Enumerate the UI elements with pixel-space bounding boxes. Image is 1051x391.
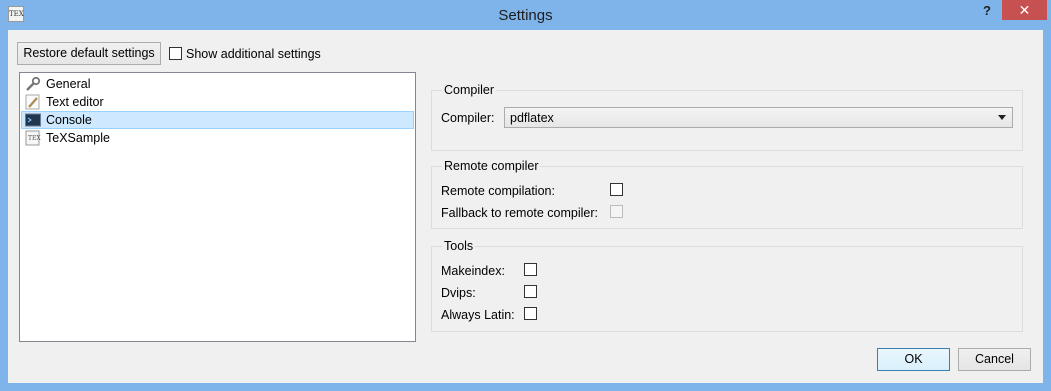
- help-button[interactable]: ?: [976, 1, 998, 21]
- always-latin-checkbox[interactable]: [524, 307, 537, 320]
- sidebar-item-text-editor[interactable]: Text editor: [21, 93, 414, 111]
- window-title: Settings: [498, 7, 553, 24]
- console-icon: [25, 113, 41, 127]
- compiler-value: pdflatex: [510, 111, 554, 125]
- fallback-checkbox[interactable]: [610, 205, 623, 218]
- cancel-button[interactable]: Cancel: [958, 348, 1031, 371]
- remote-compiler-group-title: Remote compiler: [442, 159, 541, 173]
- compiler-label: Compiler:: [441, 111, 495, 125]
- dropdown-arrow-icon: [998, 115, 1006, 120]
- remote-compilation-label: Remote compilation:: [441, 184, 555, 198]
- settings-window: TEX Settings ? ✕ Restore default setting…: [0, 0, 1051, 391]
- restore-default-settings-button[interactable]: Restore default settings: [17, 42, 161, 65]
- sidebar-item-label: TeXSample: [46, 131, 110, 145]
- pencil-icon: [25, 94, 40, 110]
- sidebar-item-general[interactable]: General: [21, 75, 414, 93]
- close-icon: ✕: [1018, 2, 1031, 18]
- show-additional-settings-checkbox[interactable]: [169, 47, 182, 60]
- texsample-icon: TEX: [25, 130, 41, 146]
- makeindex-label: Makeindex:: [441, 264, 505, 278]
- title-bar[interactable]: TEX Settings ? ✕: [0, 0, 1051, 30]
- svg-text:TEX: TEX: [28, 135, 41, 142]
- remote-compilation-checkbox[interactable]: [610, 183, 623, 196]
- dvips-checkbox[interactable]: [524, 285, 537, 298]
- sidebar-item-texsample[interactable]: TEX TeXSample: [21, 129, 414, 147]
- sidebar-item-label: Console: [46, 113, 92, 127]
- tools-group-title: Tools: [442, 239, 476, 253]
- sidebar-item-console[interactable]: Console: [21, 111, 414, 129]
- ok-button[interactable]: OK: [877, 348, 950, 371]
- always-latin-label: Always Latin:: [441, 308, 515, 322]
- fallback-label: Fallback to remote compiler:: [441, 206, 599, 220]
- compiler-group-title: Compiler: [442, 83, 497, 97]
- sidebar-item-label: General: [46, 77, 91, 91]
- dvips-label: Dvips:: [441, 286, 476, 300]
- tools-group: Tools: [431, 239, 1023, 332]
- settings-category-list[interactable]: General Text editor Console TEX TeXSampl…: [19, 72, 416, 342]
- close-button[interactable]: ✕: [1002, 0, 1047, 20]
- wrench-icon: [26, 76, 41, 91]
- makeindex-checkbox[interactable]: [524, 263, 537, 276]
- show-additional-settings-label[interactable]: Show additional settings: [186, 47, 321, 61]
- sidebar-item-label: Text editor: [46, 95, 104, 109]
- dialog-body: Restore default settings Show additional…: [8, 30, 1043, 383]
- compiler-select[interactable]: pdflatex: [504, 107, 1013, 128]
